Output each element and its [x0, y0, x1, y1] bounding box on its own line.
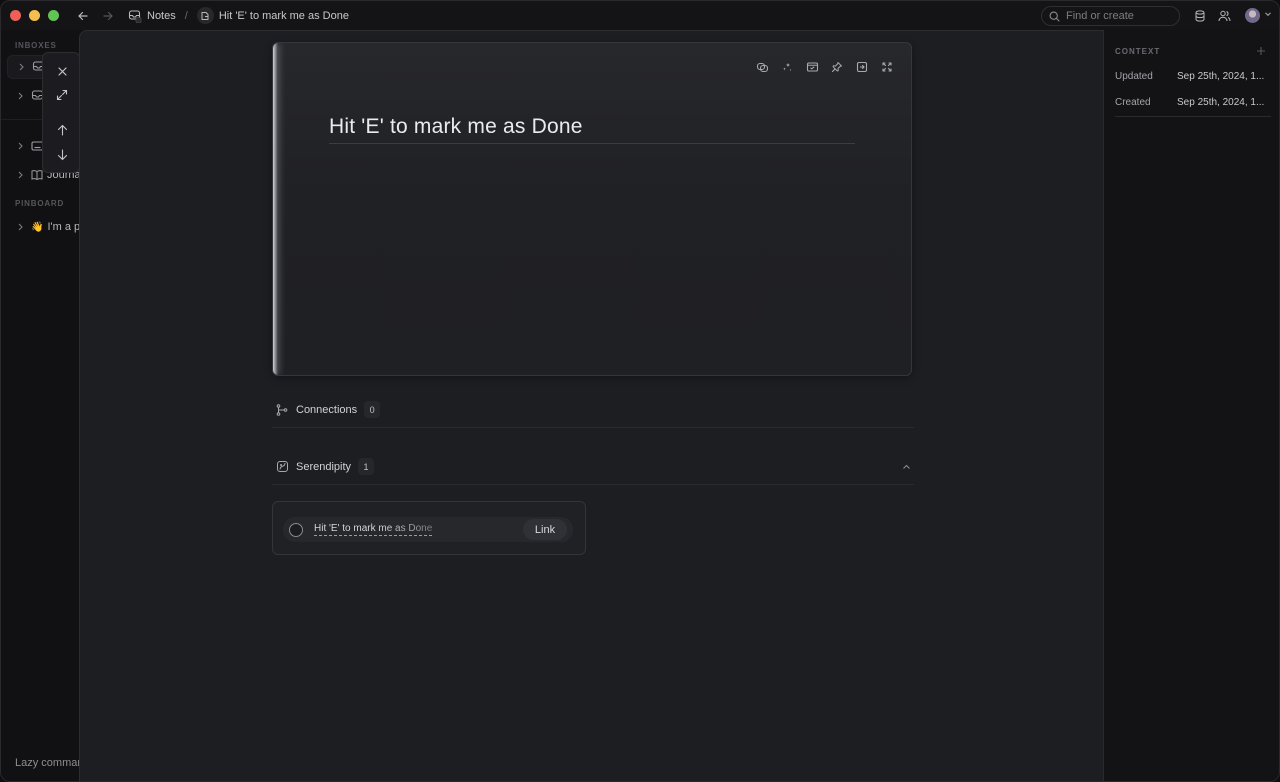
mark-done-checkbox[interactable] — [289, 522, 303, 537]
context-divider — [1115, 116, 1271, 117]
arrow-up-icon — [57, 124, 67, 136]
search-icon — [1049, 11, 1060, 22]
forward-button[interactable] — [99, 7, 117, 25]
calendar-icon — [806, 62, 818, 72]
chevron-right-icon[interactable] — [14, 63, 28, 71]
expand-icon — [56, 89, 68, 101]
ai-assist-button[interactable] — [779, 59, 795, 75]
window-controls — [10, 10, 59, 21]
suggested-note-title[interactable]: Hit 'E' to mark me as Done — [314, 523, 433, 536]
breadcrumb-notes[interactable]: Notes — [128, 9, 176, 23]
context-key: Updated — [1115, 71, 1153, 82]
arrow-left-icon — [78, 11, 88, 20]
plus-icon — [1257, 47, 1265, 55]
app-window: Notes / Hit 'E' to mark me as Done INBOX… — [0, 0, 1280, 782]
serendipity-label: Serendipity — [296, 460, 352, 473]
connections-section[interactable]: Connections 0 — [272, 392, 914, 428]
sidebar-item-label: I'm a p — [47, 221, 81, 233]
collapse-serendipity-button[interactable] — [898, 459, 914, 475]
breadcrumb-separator: / — [184, 9, 188, 22]
close-note-button[interactable] — [53, 62, 71, 80]
document-icon — [196, 7, 214, 24]
context-row-updated: Updated Sep 25th, 2024, 1... — [1115, 71, 1271, 82]
note-accent-bar — [273, 43, 278, 375]
inbox-icon — [128, 9, 142, 23]
connections-icon — [274, 403, 290, 416]
search-box[interactable] — [1041, 6, 1180, 26]
context-key: Created — [1115, 97, 1151, 108]
title-bar: Notes / Hit 'E' to mark me as Done — [1, 1, 1279, 30]
arrow-down-icon — [57, 149, 67, 161]
chevron-right-icon[interactable] — [13, 223, 27, 231]
book-icon — [31, 169, 43, 181]
suggested-note[interactable]: Hit 'E' to mark me as Done Link — [283, 517, 573, 542]
connections-label: Connections — [296, 403, 358, 416]
chevron-up-icon — [902, 464, 910, 469]
focus-mode-button[interactable] — [879, 59, 895, 75]
section-header-inboxes: INBOXES — [15, 41, 57, 50]
next-note-button[interactable] — [53, 146, 71, 164]
context-header: CONTEXT — [1115, 47, 1161, 56]
note-title[interactable]: Hit 'E' to mark me as Done — [329, 115, 855, 144]
schedule-button[interactable] — [804, 59, 820, 75]
people-button[interactable] — [1216, 8, 1232, 24]
search-input[interactable] — [1066, 10, 1176, 22]
database-icon — [1195, 10, 1205, 22]
chevron-down-icon — [1265, 12, 1271, 17]
waving-hand-icon: 👋 — [31, 221, 44, 233]
close-icon — [57, 66, 67, 76]
expand-note-button[interactable] — [53, 86, 71, 104]
context-panel: CONTEXT Updated Sep 25th, 2024, 1... Cre… — [1103, 30, 1279, 781]
serendipity-suggestion-card: Hit 'E' to mark me as Done Link — [272, 501, 586, 555]
arrow-right-icon — [103, 11, 113, 20]
database-button[interactable] — [1192, 8, 1208, 24]
serendipity-count: 1 — [358, 458, 375, 475]
minimize-window-button[interactable] — [29, 10, 40, 21]
link-button[interactable] — [754, 59, 770, 75]
close-window-button[interactable] — [10, 10, 21, 21]
back-button[interactable] — [74, 7, 92, 25]
serendipity-section[interactable]: Serendipity 1 — [272, 449, 914, 485]
section-header-pinboard: PINBOARD — [15, 199, 65, 208]
link-icon — [756, 62, 768, 72]
users-icon — [1218, 10, 1230, 22]
previous-note-button[interactable] — [53, 121, 71, 139]
context-row-created: Created Sep 25th, 2024, 1... — [1115, 97, 1271, 108]
serendipity-icon — [274, 460, 290, 473]
sparkle-icon — [783, 63, 792, 71]
note-detail-panel: Hit 'E' to mark me as Done Connections 0… — [79, 30, 1103, 781]
chevron-right-icon[interactable] — [13, 92, 27, 100]
chevron-right-icon[interactable] — [13, 142, 27, 150]
zoom-window-button[interactable] — [48, 10, 59, 21]
pin-icon — [831, 62, 842, 73]
chevron-right-icon[interactable] — [13, 171, 27, 179]
lazy-command-hint[interactable]: Lazy comman — [15, 757, 83, 769]
connections-count: 0 — [364, 401, 381, 418]
breadcrumb-label: Notes — [147, 9, 176, 22]
breadcrumb-label: Hit 'E' to mark me as Done — [218, 9, 349, 22]
context-value: Sep 25th, 2024, 1... — [1177, 71, 1265, 82]
focus-icon — [882, 62, 892, 72]
note-navigation-toolbar — [42, 52, 80, 173]
move-to-button[interactable] — [854, 59, 870, 75]
user-avatar[interactable] — [1245, 8, 1260, 23]
move-to-icon — [856, 61, 868, 73]
note-card: Hit 'E' to mark me as Done — [272, 42, 912, 376]
note-toolbar — [754, 59, 895, 75]
account-menu-button[interactable] — [1264, 10, 1272, 18]
context-value: Sep 25th, 2024, 1... — [1177, 97, 1265, 108]
link-button[interactable]: Link — [523, 519, 567, 540]
add-context-button[interactable] — [1254, 44, 1268, 58]
breadcrumb-current-note[interactable]: Hit 'E' to mark me as Done — [196, 7, 349, 24]
pin-button[interactable] — [829, 59, 845, 75]
